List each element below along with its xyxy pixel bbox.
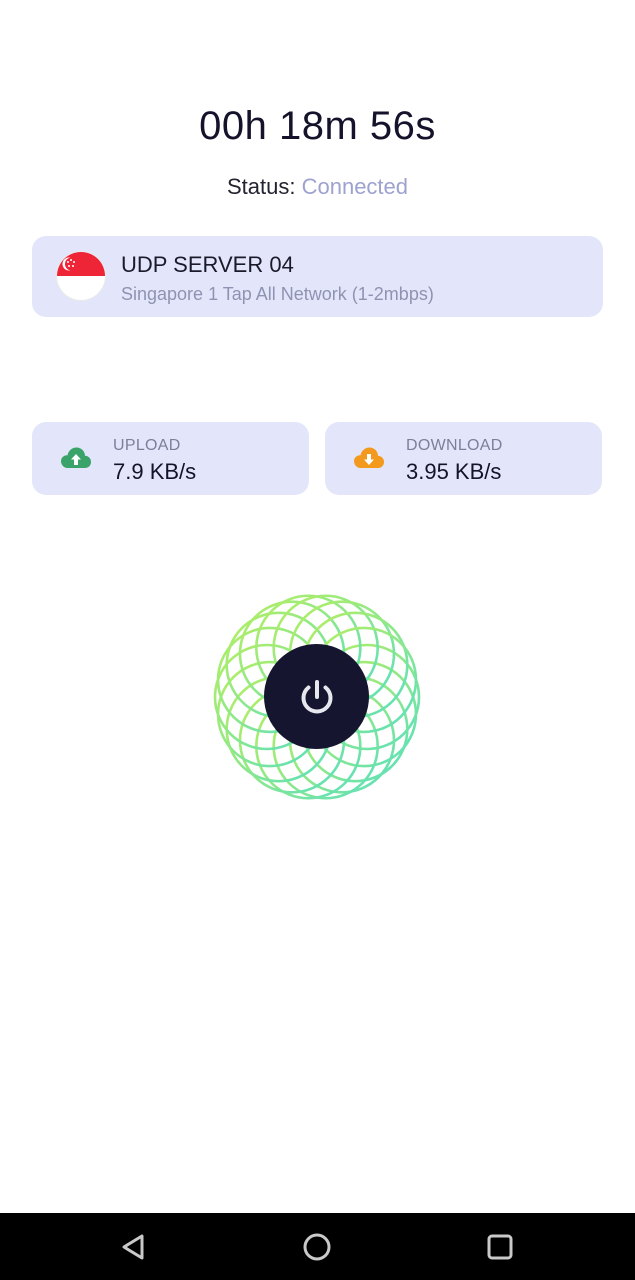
system-navigation-bar [0,1213,635,1280]
server-name: UDP SERVER 04 [121,252,294,277]
back-triangle-icon [122,1234,144,1260]
home-button[interactable] [301,1231,333,1263]
recent-apps-square-icon [487,1234,513,1260]
download-value: 3.95 KB/s [406,459,502,484]
singapore-flag-icon [57,252,105,300]
power-button[interactable] [264,644,369,749]
cloud-upload-icon [60,444,92,472]
power-icon [301,679,332,713]
upload-value: 7.9 KB/s [113,459,197,484]
status-label: Status: [226,174,296,199]
connection-status: Status: Connected [0,174,635,200]
server-selector-card[interactable]: UDP SERVER 04 Singapore 1 Tap All Networ… [32,236,603,317]
cloud-download-icon [353,444,385,472]
server-description: Singapore 1 Tap All Network (1-2mbps) [121,284,434,304]
home-circle-icon [303,1233,331,1261]
vpn-app-screen: 00h 18m 56s Status: Connected UDP SERVER… [0,0,635,1280]
download-label: DOWNLOAD [406,437,503,454]
recent-apps-button[interactable] [484,1231,516,1263]
upload-label: UPLOAD [113,437,181,454]
status-value: Connected [301,174,409,199]
upload-speed-card: UPLOAD 7.9 KB/s [32,422,309,495]
download-speed-card: DOWNLOAD 3.95 KB/s [325,422,602,495]
back-button[interactable] [118,1231,150,1263]
connection-timer: 00h 18m 56s [199,104,436,148]
